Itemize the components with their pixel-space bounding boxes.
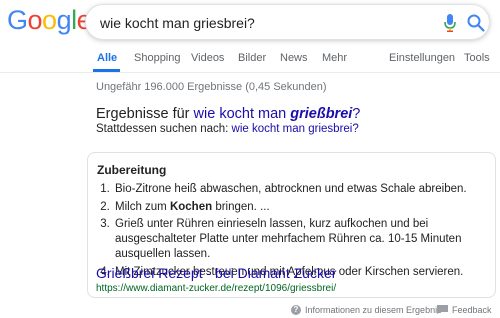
tab-news[interactable]: News bbox=[280, 51, 308, 65]
original-query-link[interactable]: wie kocht man griesbrei? bbox=[232, 123, 359, 135]
result-stats: Ungefähr 196.000 Ergebnisse (0,45 Sekund… bbox=[96, 81, 327, 93]
feedback-link[interactable]: Feedback bbox=[452, 304, 492, 316]
instead-prefix: Stattdessen suchen nach: bbox=[96, 123, 232, 135]
corrected-query-start: wie kocht man bbox=[193, 106, 291, 122]
step-text: Grieß unter Rühren einrieseln lassen, ku… bbox=[115, 218, 462, 260]
snippet-title: Zubereitung bbox=[97, 163, 167, 177]
logo-letter: G bbox=[7, 5, 28, 35]
tab-images[interactable]: Bilder bbox=[238, 51, 266, 65]
corrected-query-link[interactable]: wie kocht man grießbrei? bbox=[194, 106, 361, 122]
tab-shopping[interactable]: Shopping bbox=[134, 51, 181, 65]
mic-icon[interactable] bbox=[443, 13, 457, 33]
featured-snippet: Zubereitung Bio-Zitrone heiß abwaschen, … bbox=[87, 152, 496, 298]
tab-more[interactable]: Mehr bbox=[322, 51, 347, 65]
step-text-after: bringen. ... bbox=[212, 200, 270, 213]
search-box[interactable] bbox=[85, 4, 490, 40]
list-item: Grieß unter Rühren einrieseln lassen, ku… bbox=[113, 217, 500, 262]
correction-prefix: Ergebnisse für bbox=[96, 106, 194, 122]
tab-tools[interactable]: Tools bbox=[464, 51, 490, 65]
divider bbox=[0, 72, 500, 73]
logo-letter: g bbox=[56, 5, 72, 35]
list-item: Milch zum Kochen bringen. ... bbox=[113, 200, 500, 215]
tab-settings[interactable]: Einstellungen bbox=[389, 51, 455, 65]
corrected-query-bold: grießbrei bbox=[290, 106, 353, 122]
logo-letter: o bbox=[27, 5, 43, 35]
feedback-icon[interactable] bbox=[437, 305, 448, 314]
corrected-query-end: ? bbox=[352, 106, 361, 122]
list-item: Bio-Zitrone heiß abwaschen, abtrocknen u… bbox=[113, 182, 500, 197]
search-tabs: Alle Shopping Videos Bilder News Mehr Ei… bbox=[0, 44, 500, 72]
step-text-bold: Kochen bbox=[169, 200, 213, 213]
tab-all[interactable]: Alle bbox=[97, 51, 117, 65]
spelling-correction: Ergebnisse für wie kocht man grießbrei? bbox=[96, 106, 360, 122]
google-logo[interactable]: Google bbox=[7, 5, 92, 35]
logo-letter: o bbox=[42, 5, 57, 35]
about-result-link[interactable]: Informationen zu diesem Ergebnis bbox=[305, 304, 442, 316]
search-input[interactable] bbox=[100, 13, 430, 33]
search-instead: Stattdessen suchen nach: wie kocht man g… bbox=[96, 123, 359, 135]
result-url: https://www.diamant-zucker.de/rezept/109… bbox=[96, 283, 337, 294]
step-text-before: Milch zum bbox=[115, 200, 170, 213]
info-icon[interactable]: ? bbox=[291, 305, 301, 315]
search-icon[interactable] bbox=[466, 13, 486, 33]
result-title-link[interactable]: Grießbrei Rezept - bei Diamant Zucker bbox=[96, 265, 336, 281]
step-text: Bio-Zitrone heiß abwaschen, abtrocknen u… bbox=[115, 183, 467, 195]
tab-videos[interactable]: Videos bbox=[191, 51, 224, 65]
